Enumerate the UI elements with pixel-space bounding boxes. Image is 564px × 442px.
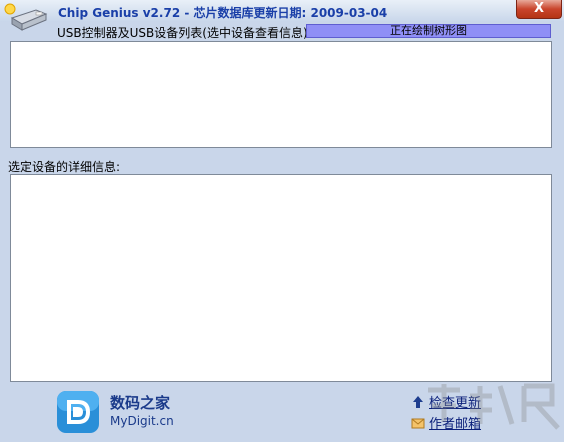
watermark-logo <box>428 383 560 430</box>
brand-url: MyDigit.cn <box>110 414 174 428</box>
app-usb-icon <box>4 3 48 31</box>
window-title: Chip Genius v2.72 - 芯片数据库更新日期: 2009-03-0… <box>58 6 388 20</box>
close-button[interactable]: X <box>516 0 562 19</box>
device-list-label: USB控制器及USB设备列表(选中设备查看信息): <box>57 26 312 40</box>
details-label: 选定设备的详细信息: <box>8 160 121 174</box>
device-tree-list[interactable] <box>10 41 552 148</box>
brand-name: 数码之家 <box>110 394 171 412</box>
status-indicator: 正在绘制树形图 <box>306 24 551 38</box>
mydigit-logo-icon <box>57 391 99 433</box>
device-details-panel[interactable] <box>10 174 552 382</box>
